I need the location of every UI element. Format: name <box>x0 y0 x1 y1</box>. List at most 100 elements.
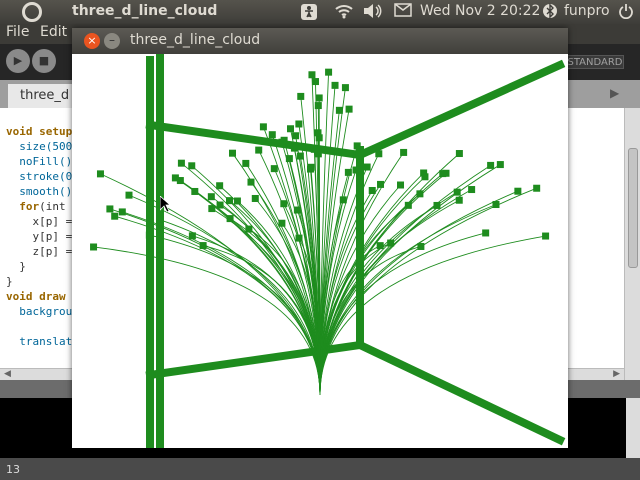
cloud-point <box>188 162 196 170</box>
menu-edit[interactable]: Edit <box>40 24 67 40</box>
code-line: smooth() <box>6 184 72 199</box>
console-scrollbar[interactable] <box>626 398 640 458</box>
cloud-point <box>233 197 241 205</box>
cloud-point <box>216 182 224 190</box>
accessibility-icon[interactable] <box>300 3 318 25</box>
cloud-point <box>455 150 463 158</box>
cloud-point <box>292 132 300 140</box>
code-line <box>6 319 72 334</box>
cloud-point <box>229 149 237 157</box>
scroll-left-icon[interactable]: ◀ <box>4 369 11 379</box>
code-line: for(int <box>6 199 72 214</box>
power-icon[interactable] <box>618 3 634 23</box>
minimize-button[interactable]: – <box>104 33 120 49</box>
mouse-pointer-icon <box>160 196 170 212</box>
active-app-title: three_d_line_cloud <box>72 3 218 19</box>
code-token: } <box>6 260 26 273</box>
vertical-scrollbar[interactable] <box>624 108 640 380</box>
cloud-point <box>468 186 476 194</box>
cloud-point <box>90 243 98 251</box>
cloud-point <box>278 219 286 227</box>
cloud-point <box>417 242 425 250</box>
cloud-point <box>514 187 522 195</box>
code-token: x[p] = <box>6 215 73 228</box>
cloud-point <box>171 174 179 182</box>
cloud-point <box>287 125 295 133</box>
cloud-point <box>314 102 322 110</box>
mail-icon[interactable] <box>394 3 412 21</box>
run-button[interactable]: ▶ <box>6 49 30 73</box>
code-line: z[p] = <box>6 244 72 259</box>
code-token: noFill() <box>6 155 73 168</box>
cloud-point <box>344 168 352 176</box>
cloud-point <box>314 129 322 137</box>
code-token: (int <box>39 200 66 213</box>
code-token: void <box>6 125 40 138</box>
stop-button[interactable]: ■ <box>32 49 56 73</box>
cloud-point <box>345 105 353 113</box>
cloud-point <box>111 212 119 220</box>
cloud-line <box>319 199 460 396</box>
bluetooth-icon[interactable] <box>542 3 558 23</box>
cloud-point <box>106 205 114 213</box>
menu-file[interactable]: File <box>6 24 29 40</box>
scroll-right-icon[interactable]: ▶ <box>613 369 620 379</box>
code-line: size(500 <box>6 139 72 154</box>
sketch-window: × – three_d_line_cloud <box>72 28 568 448</box>
cloud-point <box>482 229 490 237</box>
code-token: z[p] = <box>6 245 73 258</box>
cloud-point <box>325 68 333 76</box>
volume-icon[interactable] <box>362 3 382 23</box>
tab-menu-icon[interactable]: ▶ <box>610 86 619 100</box>
cloud-point <box>353 142 361 150</box>
ubuntu-logo-icon[interactable] <box>22 2 42 22</box>
code-line: backgrou <box>6 304 72 319</box>
panel-clock[interactable]: Wed Nov 2 20:22 <box>420 3 540 19</box>
box-edge <box>354 339 566 446</box>
sketch-titlebar[interactable]: × – three_d_line_cloud <box>72 28 568 54</box>
panel-user[interactable]: funpro <box>564 3 610 19</box>
cloud-point <box>404 201 412 209</box>
code-token: for <box>6 200 40 213</box>
cloud-point <box>335 106 343 114</box>
cloud-point <box>368 186 376 194</box>
code-token: y[p] = <box>6 230 73 243</box>
code-line: y[p] = <box>6 229 72 244</box>
cloud-point <box>207 193 215 201</box>
code-token: backgrou <box>6 305 73 318</box>
cloud-point <box>421 173 429 181</box>
wifi-icon[interactable] <box>334 3 354 23</box>
code-text: void setup size(500 noFill() stroke(0 sm… <box>6 124 72 349</box>
cloud-point <box>331 81 339 89</box>
cloud-point <box>397 181 405 189</box>
cloud-point <box>245 225 253 233</box>
code-line: } <box>6 274 72 289</box>
code-token: void <box>6 290 40 303</box>
cloud-point <box>118 208 126 216</box>
cloud-line <box>93 246 321 396</box>
cloud-line <box>319 235 546 396</box>
cloud-point <box>96 170 104 178</box>
line-number: 13 <box>6 463 20 476</box>
3d-line-cloud-render <box>90 54 566 448</box>
cloud-point <box>315 94 323 102</box>
box-edge <box>354 59 566 161</box>
cloud-line <box>319 173 444 396</box>
cloud-point <box>297 92 305 100</box>
cloud-point <box>377 180 385 188</box>
code-line: stroke(0 <box>6 169 72 184</box>
code-line: translat <box>6 334 72 349</box>
code-token: draw <box>39 290 66 303</box>
scroll-thumb[interactable] <box>628 148 638 268</box>
code-token: } <box>6 275 13 288</box>
cloud-point <box>375 150 383 158</box>
cloud-point <box>307 163 315 171</box>
mode-selector[interactable]: STANDARD <box>566 55 624 69</box>
code-token: size(500 <box>6 140 73 153</box>
sketch-canvas[interactable] <box>72 54 568 448</box>
code-line: } <box>6 259 72 274</box>
close-button[interactable]: × <box>84 33 100 49</box>
cloud-point <box>542 232 550 240</box>
code-line: noFill() <box>6 154 72 169</box>
cloud-point <box>278 138 286 146</box>
